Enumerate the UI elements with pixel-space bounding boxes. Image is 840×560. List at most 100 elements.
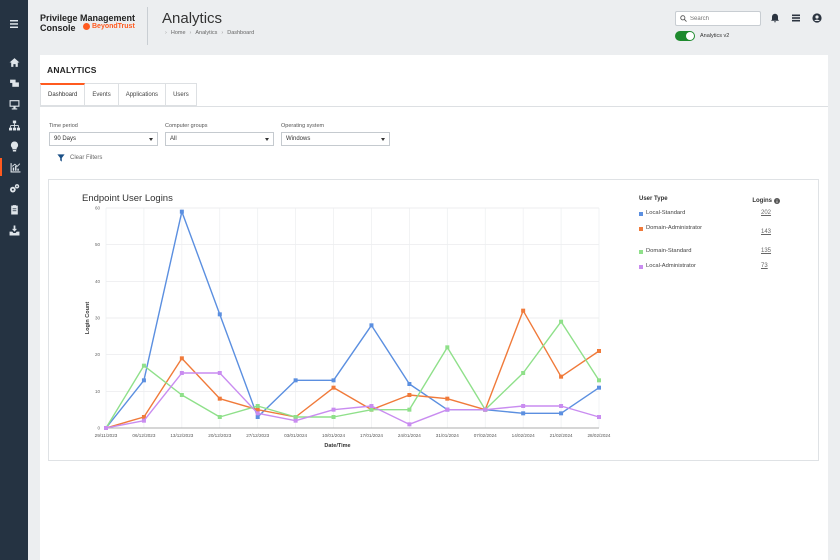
filter-label: Time period [49, 123, 78, 129]
x-tick-label: 13/12/2023 [170, 433, 193, 438]
info-icon[interactable]: i [774, 198, 780, 204]
line-chart: Endpoint User Logins 0 10 20 30 40 50 60 29/11/2… [82, 193, 611, 449]
x-tick-label: 03/01/2024 [284, 433, 307, 438]
operating-system-select[interactable]: Windows [281, 132, 390, 146]
logo-text: BeyondTrust [92, 23, 135, 30]
clipboard-icon[interactable] [0, 200, 28, 218]
beyondtrust-logo: BeyondTrust [83, 23, 135, 30]
analytics-v2-toggle-label: Analytics v2 [700, 33, 730, 39]
tab-dashboard[interactable]: Dashboard [40, 83, 86, 106]
data-point-local-standard [141, 378, 146, 383]
y-axis-label: Login Count [85, 302, 91, 335]
computer-group-icon[interactable] [0, 74, 28, 92]
legend-value-link[interactable]: 135 [761, 248, 771, 254]
data-point-domain-standard [445, 345, 450, 350]
x-tick-label: 29/11/2023 [95, 433, 118, 438]
inbox-download-icon[interactable] [0, 221, 28, 239]
search-input[interactable] [690, 15, 760, 22]
data-point-local-administrator [331, 407, 336, 412]
lightbulb-icon[interactable] [0, 137, 28, 155]
x-axis-label: Date/Time [324, 443, 350, 449]
tab-users[interactable]: Users [166, 83, 197, 106]
legend-row-local-standard[interactable]: Local-Standard 202 [639, 210, 789, 218]
data-point-domain-administrator [407, 393, 412, 397]
breadcrumb-separator: › [221, 30, 224, 36]
data-point-domain-administrator [331, 385, 336, 390]
breadcrumb-analytics[interactable]: Analytics [195, 30, 217, 36]
gears-icon[interactable] [0, 179, 28, 197]
data-point-domain-administrator [597, 349, 601, 353]
hierarchy-icon[interactable] [0, 116, 28, 134]
filter-time-period: Time period 90 Days [49, 123, 158, 146]
data-point-local-standard [255, 415, 260, 419]
data-point-domain-standard [255, 404, 260, 408]
clear-filters-button[interactable]: Clear Filters [57, 154, 102, 162]
filter-label: Operating system [281, 123, 325, 129]
data-point-local-standard [179, 209, 184, 214]
bell-icon[interactable] [770, 13, 780, 23]
legend-value-link[interactable]: 73 [761, 263, 768, 269]
legend-value-link[interactable]: 202 [761, 210, 771, 216]
grid-icon[interactable] [791, 13, 801, 23]
menu-icon[interactable] [0, 14, 28, 34]
select-value: Windows [286, 136, 311, 142]
x-tick-label: 31/01/2024 [436, 433, 459, 438]
x-tick-label: 28/02/2024 [588, 433, 611, 438]
main-panel: ANALYTICS Dashboard Events Applications … [40, 55, 828, 560]
search-box[interactable] [675, 11, 761, 26]
section-title: ANALYTICS [47, 65, 97, 75]
chart-title: Endpoint User Logins [82, 193, 173, 204]
computer-groups-select[interactable]: All [165, 132, 274, 146]
legend-row-domain-administrator[interactable]: Domain-Administrator 143 [639, 225, 789, 235]
legend-logins-header: Logins i [752, 196, 780, 206]
tab-events[interactable]: Events [85, 83, 119, 106]
search-icon [680, 15, 687, 22]
monitor-icon[interactable] [0, 95, 28, 113]
user-circle-icon[interactable] [812, 13, 822, 23]
data-point-local-administrator [559, 404, 564, 408]
analytics-icon[interactable] [0, 158, 28, 176]
filter-computer-groups: Computer groups All [165, 123, 274, 146]
breadcrumb-home[interactable]: Home [171, 30, 186, 36]
left-nav-rail [0, 0, 28, 560]
endpoint-logins-chart-card: Endpoint User Logins 0 10 20 30 40 50 60 29/11/2… [48, 179, 819, 461]
chart-legend: User Type Logins i Local-Standard 202 Do… [639, 196, 789, 269]
chevron-down-icon [381, 137, 385, 141]
data-point-local-administrator [293, 418, 298, 423]
home-icon[interactable] [0, 53, 28, 71]
legend-swatch [639, 212, 643, 216]
data-point-local-administrator [407, 422, 412, 427]
x-tick-label: 06/12/2023 [132, 433, 155, 438]
legend-row-local-administrator[interactable]: Local-Administrator 73 [639, 263, 789, 271]
y-tick-label: 40 [95, 279, 101, 284]
logo-mark-icon [83, 23, 90, 30]
data-point-domain-standard [597, 378, 601, 383]
legend-name: Domain-Administrator [646, 225, 703, 231]
legend-value-link[interactable]: 143 [761, 229, 771, 235]
legend-swatch [639, 227, 643, 231]
legend-row-domain-standard[interactable]: Domain-Standard 135 [639, 248, 789, 256]
clear-filters-label: Clear Filters [70, 155, 103, 161]
legend-name: Local-Standard [646, 210, 686, 216]
data-point-local-administrator [179, 371, 184, 375]
tab-applications[interactable]: Applications [118, 83, 167, 106]
x-tick-label: 10/01/2024 [322, 433, 345, 438]
breadcrumb-dashboard: Dashboard [227, 30, 255, 36]
filter-operating-system: Operating system Windows [281, 123, 390, 146]
select-value: 90 Days [54, 136, 77, 142]
legend-name: Local-Administrator [646, 263, 696, 269]
data-point-local-standard [559, 411, 564, 416]
x-tick-label: 17/01/2024 [360, 433, 383, 438]
data-point-domain-standard [293, 415, 298, 419]
breadcrumb: › Home › Analytics › Dashboard [165, 30, 254, 36]
legend-name: Domain-Standard [646, 248, 692, 254]
top-header: Privilege Management Console BeyondTrust… [28, 0, 840, 50]
data-point-domain-standard [331, 415, 336, 419]
data-point-domain-standard [521, 371, 526, 375]
select-value: All [170, 136, 177, 142]
data-point-local-administrator [104, 426, 108, 430]
data-point-domain-standard [179, 393, 184, 397]
y-tick-label: 30 [95, 316, 101, 321]
analytics-v2-toggle[interactable] [675, 31, 695, 41]
time-period-select[interactable]: 90 Days [49, 132, 158, 146]
